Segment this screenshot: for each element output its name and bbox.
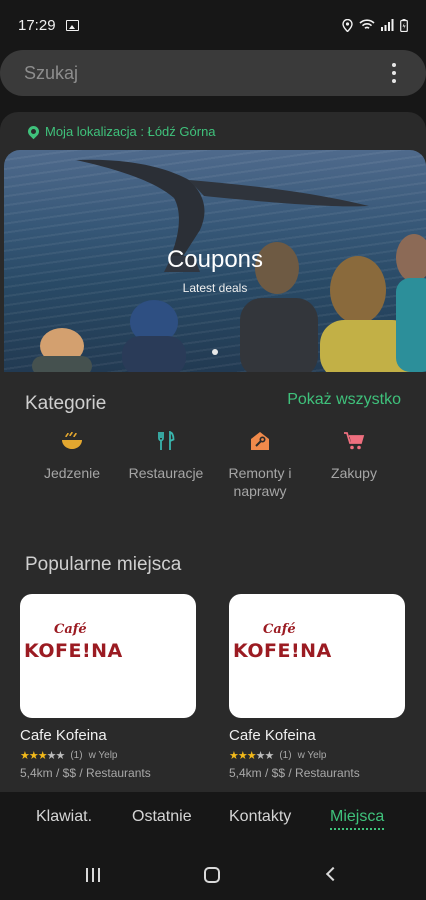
back-icon[interactable] [325, 866, 341, 882]
place-card[interactable]: Café KOFE!NA Cafe Kofeina ★★★★★ (1) w Ye… [20, 594, 196, 780]
status-bar: 17:29 [0, 0, 426, 50]
tab-places[interactable]: Miejsca [330, 808, 385, 830]
wifi-icon [359, 19, 375, 29]
carousel-indicator [212, 349, 218, 355]
place-name: Cafe Kofeina [229, 727, 316, 744]
fork-knife-icon [155, 430, 177, 452]
category-label: Zakupy [331, 465, 377, 481]
gallery-notification-icon [65, 19, 79, 31]
tab-keyboard[interactable]: Klawiat. [36, 808, 92, 826]
repair-wrench-icon [249, 430, 271, 452]
rating-row: ★★★★★ (1) w Yelp [229, 749, 405, 762]
search-input[interactable]: Szukaj [24, 63, 78, 84]
star-rating: ★★★★★ [229, 750, 274, 762]
recent-apps-icon[interactable] [86, 868, 100, 882]
category-restaurants[interactable]: Restauracje [116, 430, 216, 482]
rating-source: w Yelp [297, 750, 327, 761]
places-panel: Moja lokalizacja : Łódź Górna Coupons La… [0, 112, 426, 792]
status-time: 17:29 [18, 16, 56, 34]
tab-contacts[interactable]: Kontakty [229, 808, 291, 826]
battery-charging-icon [400, 18, 408, 32]
banner-title: Coupons [166, 246, 264, 273]
home-icon[interactable] [204, 867, 220, 883]
rating-source: w Yelp [88, 750, 118, 761]
coupons-banner[interactable]: Coupons Latest deals [4, 150, 426, 372]
status-icons [342, 18, 408, 32]
category-shopping[interactable]: Zakupy [304, 430, 404, 482]
system-navigation-bar [0, 850, 426, 900]
place-meta: 5,4km / $$ / Restaurants [229, 766, 360, 780]
food-bowl-icon [61, 430, 83, 452]
location-pin-icon [25, 123, 42, 140]
category-label: Restauracje [128, 465, 204, 481]
bottom-tab-bar: Klawiat. Ostatnie Kontakty Miejsca [0, 800, 426, 840]
categories-title: Kategorie [25, 393, 107, 414]
category-label: Remonty i naprawy [228, 465, 292, 499]
more-options-icon[interactable] [386, 59, 402, 87]
signal-icon [381, 19, 394, 31]
place-card[interactable]: Café KOFE!NA Cafe Kofeina ★★★★★ (1) w Ye… [229, 594, 405, 780]
location-icon [342, 18, 353, 32]
logo-text-kofeina: KOFE!NA [233, 640, 332, 662]
place-logo-image: Café KOFE!NA [20, 594, 196, 718]
show-all-link[interactable]: Pokaż wszystko [287, 391, 401, 409]
location-row[interactable]: Moja lokalizacja : Łódź Górna [25, 123, 216, 140]
shopping-cart-icon [343, 430, 365, 452]
review-count: (1) [279, 750, 292, 761]
search-bar[interactable]: Szukaj [0, 50, 426, 96]
star-rating: ★★★★★ [20, 750, 65, 762]
tab-recent[interactable]: Ostatnie [132, 808, 192, 826]
logo-text-cafe: Café [263, 622, 296, 637]
location-label: Moja lokalizacja : Łódź Górna [45, 124, 216, 139]
category-label: Jedzenie [43, 465, 101, 481]
banner-subtitle: Latest deals [182, 281, 248, 295]
place-logo-image: Café KOFE!NA [229, 594, 405, 718]
place-meta: 5,4km / $$ / Restaurants [20, 766, 151, 780]
review-count: (1) [70, 750, 83, 761]
rating-row: ★★★★★ (1) w Yelp [20, 749, 196, 762]
logo-text-kofeina: KOFE!NA [24, 640, 123, 662]
place-name: Cafe Kofeina [20, 727, 107, 744]
category-food[interactable]: Jedzenie [22, 430, 122, 482]
logo-text-cafe: Café [54, 622, 87, 637]
category-repairs[interactable]: Remonty i naprawy [210, 430, 310, 500]
popular-places-title: Popularne miejsca [25, 554, 182, 575]
